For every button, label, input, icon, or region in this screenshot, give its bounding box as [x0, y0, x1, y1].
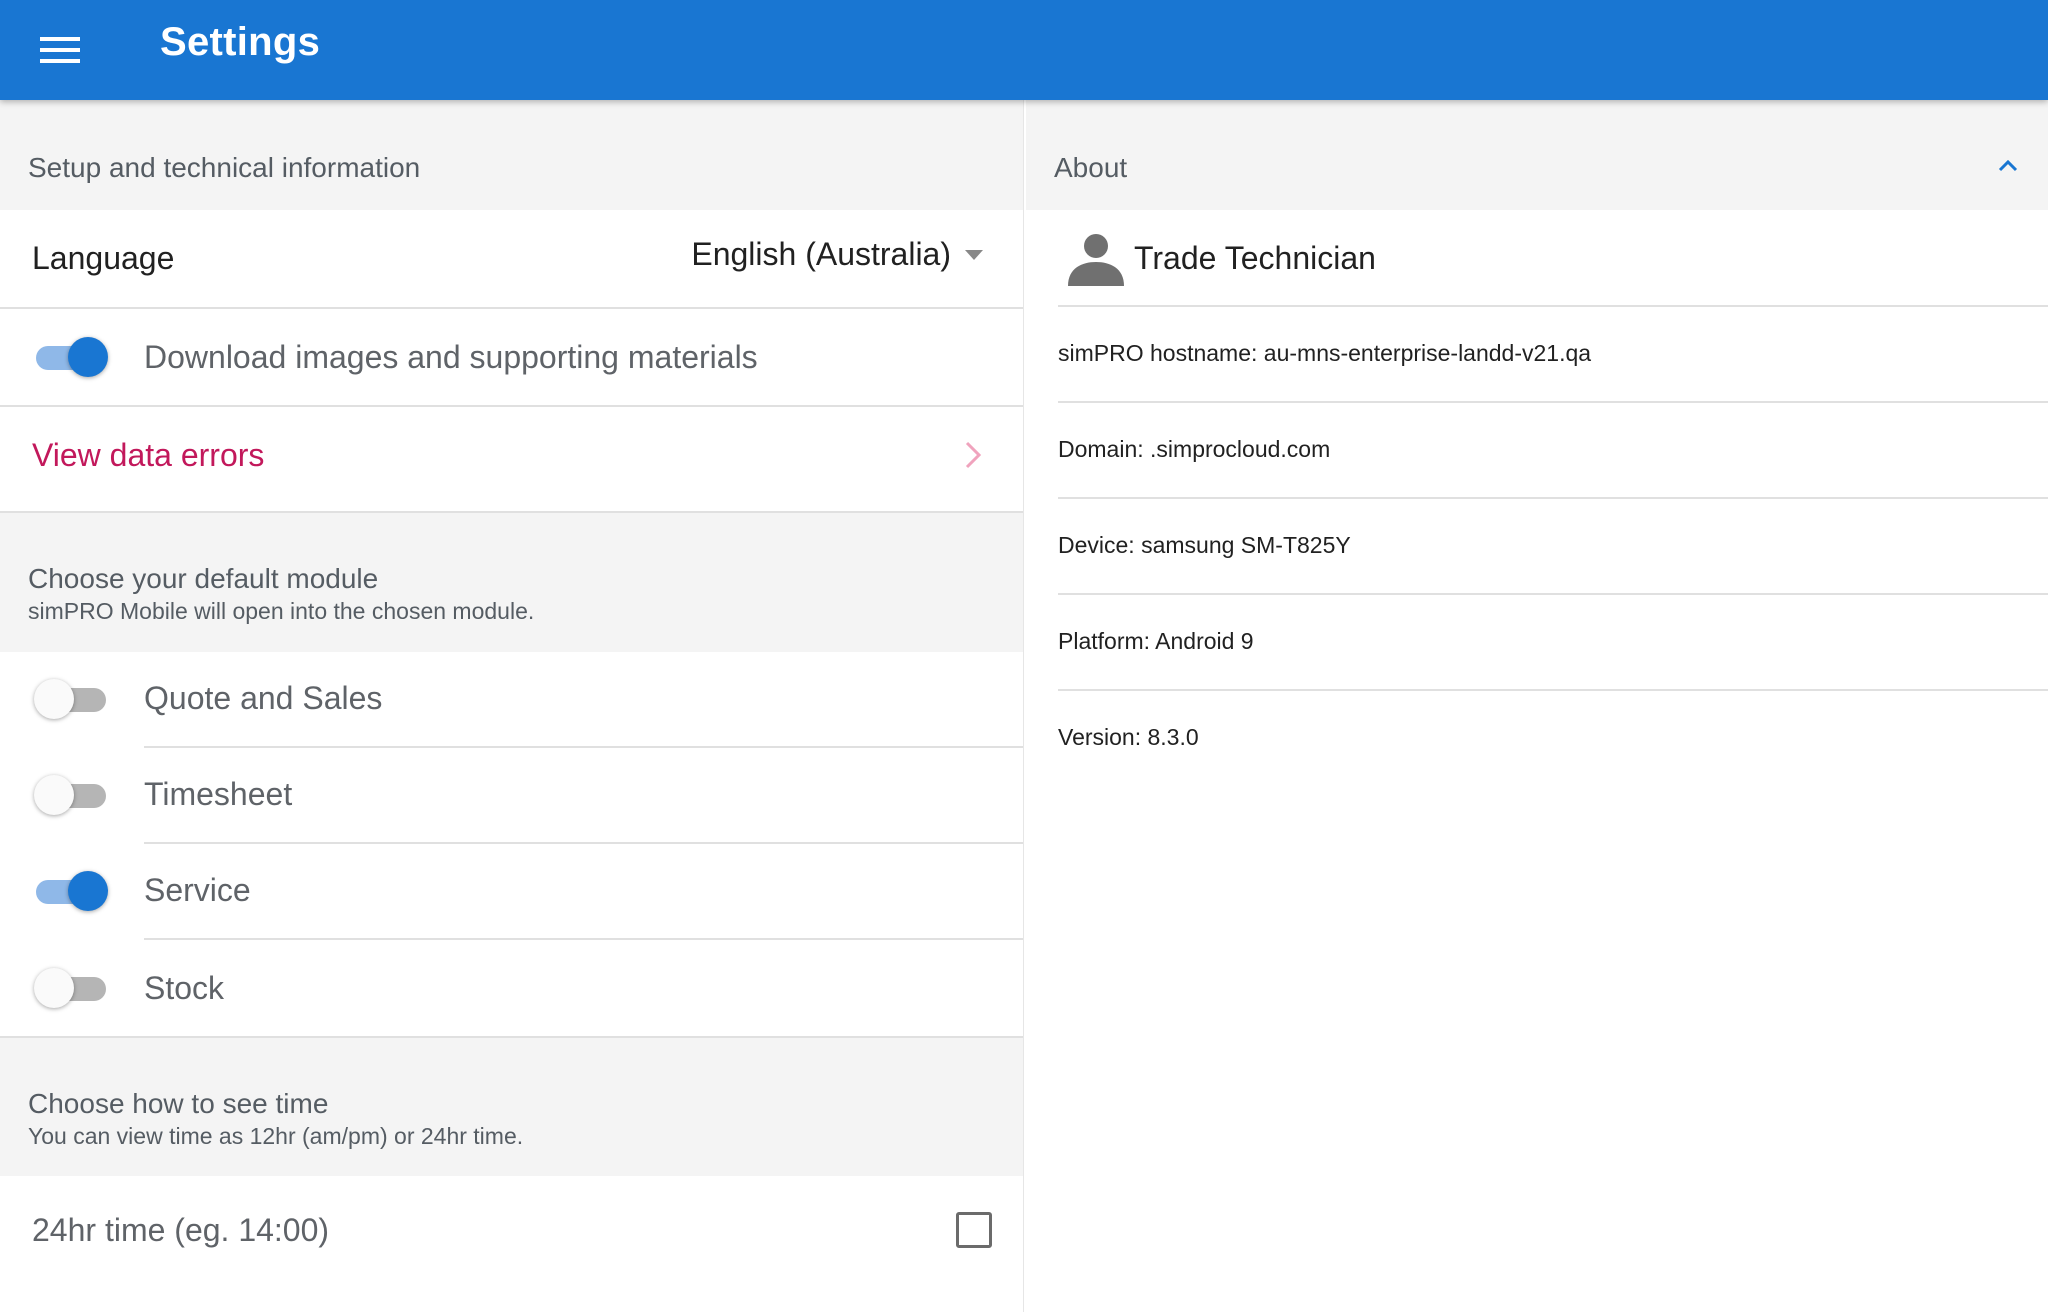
download-images-label: Download images and supporting materials	[144, 339, 758, 375]
service-toggle[interactable]	[34, 871, 108, 911]
toggle-knob	[34, 679, 74, 719]
app-bar: Settings	[0, 0, 2048, 100]
24hr-time-row: 24hr time (eg. 14:00)	[0, 1176, 1023, 1286]
default-module-title: Choose your default module	[28, 563, 379, 594]
language-row: Language English (Australia)	[0, 210, 1023, 308]
time-format-title: Choose how to see time	[28, 1088, 329, 1119]
download-images-row: Download images and supporting materials	[0, 309, 1023, 405]
module-option-stock: Stock	[0, 940, 1023, 1036]
platform-text: Platform: Android 9	[1058, 628, 1254, 654]
quote-and-sales-toggle[interactable]	[34, 679, 108, 719]
timesheet-label: Timesheet	[144, 776, 293, 812]
chevron-up-icon	[1998, 159, 2018, 172]
view-data-errors-row[interactable]: View data errors	[0, 407, 1023, 511]
setup-section-title: Setup and technical information	[28, 152, 421, 183]
divider	[1058, 689, 2048, 691]
device-text: Device: samsung SM-T825Y	[1058, 532, 1351, 558]
about-title: About	[1054, 152, 1128, 183]
setup-section-header: Setup and technical information	[0, 100, 1023, 210]
language-dropdown[interactable]: English (Australia)	[691, 236, 983, 273]
module-option-quote-and-sales: Quote and Sales	[0, 652, 1023, 746]
chevron-right-icon	[965, 441, 982, 469]
24hr-time-label: 24hr time (eg. 14:00)	[32, 1212, 330, 1248]
divider	[1058, 401, 2048, 403]
timesheet-toggle[interactable]	[34, 775, 108, 815]
module-option-service: Service	[0, 844, 1023, 938]
page-title: Settings	[160, 20, 321, 64]
about-panel: About Trade Technician simPRO hostname: …	[1026, 100, 2048, 1312]
divider	[1058, 497, 2048, 499]
caret-down-icon	[965, 249, 983, 260]
divider	[1058, 305, 2048, 307]
divider	[1058, 593, 2048, 595]
time-format-header: Choose how to see time You can view time…	[0, 1038, 1023, 1176]
person-icon	[1068, 234, 1124, 286]
toggle-knob	[68, 337, 108, 377]
language-label: Language	[32, 240, 175, 276]
stock-toggle[interactable]	[34, 968, 108, 1008]
24hr-time-checkbox[interactable]	[956, 1212, 992, 1248]
time-format-subtitle: You can view time as 12hr (am/pm) or 24h…	[28, 1123, 524, 1149]
language-value: English (Australia)	[691, 236, 951, 272]
hamburger-menu-button[interactable]	[28, 22, 92, 78]
stock-label: Stock	[144, 970, 225, 1006]
hostname-text: simPRO hostname: au-mns-enterprise-landd…	[1058, 340, 1592, 366]
toggle-knob	[68, 871, 108, 911]
service-label: Service	[144, 872, 251, 908]
toggle-knob	[34, 968, 74, 1008]
default-module-subtitle: simPRO Mobile will open into the chosen …	[28, 598, 535, 624]
download-images-toggle[interactable]	[34, 337, 108, 377]
user-role: Trade Technician	[1134, 240, 1376, 276]
default-module-header: Choose your default module simPRO Mobile…	[0, 513, 1023, 652]
about-section-header[interactable]: About	[1026, 100, 2048, 210]
hamburger-menu-icon	[40, 37, 80, 63]
user-row: Trade Technician	[1026, 210, 2048, 306]
view-data-errors-label: View data errors	[32, 437, 265, 473]
toggle-knob	[34, 775, 74, 815]
quote-and-sales-label: Quote and Sales	[144, 680, 383, 716]
version-text: Version: 8.3.0	[1058, 724, 1199, 750]
domain-text: Domain: .simprocloud.com	[1058, 436, 1331, 462]
module-option-timesheet: Timesheet	[0, 748, 1023, 842]
settings-panel: Setup and technical information Language…	[0, 100, 1024, 1312]
